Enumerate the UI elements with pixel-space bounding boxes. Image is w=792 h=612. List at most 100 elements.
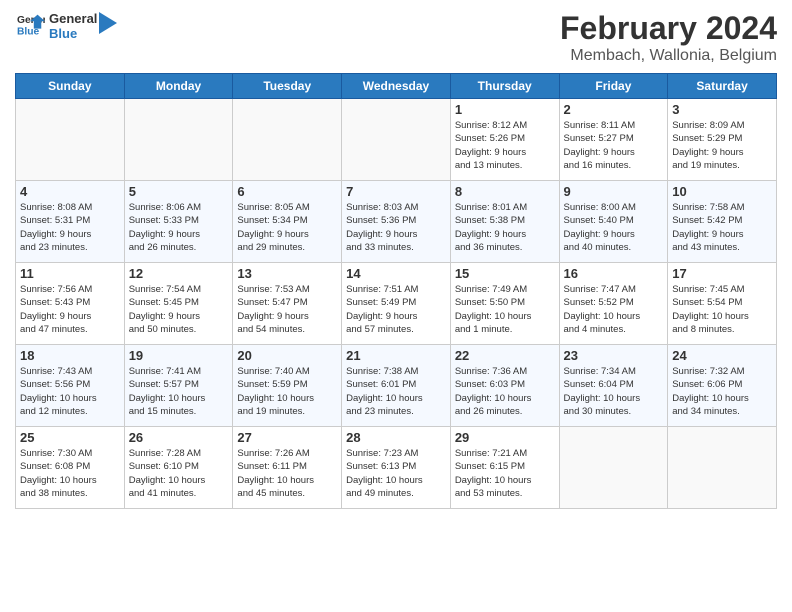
day-info: Sunrise: 7:36 AM Sunset: 6:03 PM Dayligh… xyxy=(455,365,555,418)
day-info: Sunrise: 7:26 AM Sunset: 6:11 PM Dayligh… xyxy=(237,447,337,500)
header-tuesday: Tuesday xyxy=(233,74,342,99)
calendar-cell: 19Sunrise: 7:41 AM Sunset: 5:57 PM Dayli… xyxy=(124,345,233,427)
day-info: Sunrise: 8:12 AM Sunset: 5:26 PM Dayligh… xyxy=(455,119,555,172)
day-info: Sunrise: 8:01 AM Sunset: 5:38 PM Dayligh… xyxy=(455,201,555,254)
day-info: Sunrise: 7:58 AM Sunset: 5:42 PM Dayligh… xyxy=(672,201,772,254)
calendar-cell: 6 Sunrise: 8:05 AM Sunset: 5:34 PM Daylig… xyxy=(233,181,342,263)
calendar-week-3: 11 Sunrise: 7:56 AM Sunset: 5:43 PM Dayli… xyxy=(16,263,777,345)
day-info: Sunrise: 8:08 AM Sunset: 5:31 PM Dayligh… xyxy=(20,201,120,254)
calendar-cell xyxy=(342,99,451,181)
calendar-cell: 28 Sunrise: 7:23 AM Sunset: 6:13 PM Dayli… xyxy=(342,427,451,509)
calendar-week-1: 1 Sunrise: 8:12 AM Sunset: 5:26 PM Daylig… xyxy=(16,99,777,181)
day-number: 18 xyxy=(20,348,120,363)
day-number: 11 xyxy=(20,266,120,281)
day-info: Sunrise: 7:45 AM Sunset: 5:54 PM Dayligh… xyxy=(672,283,772,336)
calendar-cell xyxy=(16,99,125,181)
day-info: Sunrise: 8:05 AM Sunset: 5:34 PM Dayligh… xyxy=(237,201,337,254)
day-info: Sunrise: 7:56 AM Sunset: 5:43 PM Dayligh… xyxy=(20,283,120,336)
day-info: Sunrise: 7:41 AM Sunset: 5:57 PM Dayligh… xyxy=(129,365,229,418)
calendar-cell: 3 Sunrise: 8:09 AM Sunset: 5:29 PM Daylig… xyxy=(668,99,777,181)
day-number: 22 xyxy=(455,348,555,363)
day-info: Sunrise: 7:32 AM Sunset: 6:06 PM Dayligh… xyxy=(672,365,772,418)
calendar-cell: 4 Sunrise: 8:08 AM Sunset: 5:31 PM Daylig… xyxy=(16,181,125,263)
page-header: General Blue General Blue February 2024 … xyxy=(15,10,777,65)
calendar-cell: 12Sunrise: 7:54 AM Sunset: 5:45 PM Dayli… xyxy=(124,263,233,345)
calendar-cell xyxy=(559,427,668,509)
day-info: Sunrise: 8:03 AM Sunset: 5:36 PM Dayligh… xyxy=(346,201,446,254)
day-number: 14 xyxy=(346,266,446,281)
day-number: 4 xyxy=(20,184,120,199)
calendar-cell: 7 Sunrise: 8:03 AM Sunset: 5:36 PM Daylig… xyxy=(342,181,451,263)
calendar-cell: 8 Sunrise: 8:01 AM Sunset: 5:38 PM Daylig… xyxy=(450,181,559,263)
calendar-cell: 21Sunrise: 7:38 AM Sunset: 6:01 PM Dayli… xyxy=(342,345,451,427)
calendar-cell xyxy=(233,99,342,181)
day-number: 13 xyxy=(237,266,337,281)
day-number: 20 xyxy=(237,348,337,363)
day-info: Sunrise: 7:30 AM Sunset: 6:08 PM Dayligh… xyxy=(20,447,120,500)
calendar-week-2: 4 Sunrise: 8:08 AM Sunset: 5:31 PM Daylig… xyxy=(16,181,777,263)
day-number: 5 xyxy=(129,184,229,199)
day-number: 12 xyxy=(129,266,229,281)
day-info: Sunrise: 7:23 AM Sunset: 6:13 PM Dayligh… xyxy=(346,447,446,500)
day-number: 6 xyxy=(237,184,337,199)
day-number: 25 xyxy=(20,430,120,445)
header-wednesday: Wednesday xyxy=(342,74,451,99)
calendar-week-4: 18 Sunrise: 7:43 AM Sunset: 5:56 PM Dayli… xyxy=(16,345,777,427)
day-number: 29 xyxy=(455,430,555,445)
calendar-cell: 11 Sunrise: 7:56 AM Sunset: 5:43 PM Dayli… xyxy=(16,263,125,345)
calendar-week-5: 25 Sunrise: 7:30 AM Sunset: 6:08 PM Dayli… xyxy=(16,427,777,509)
day-info: Sunrise: 7:21 AM Sunset: 6:15 PM Dayligh… xyxy=(455,447,555,500)
calendar-cell: 23 Sunrise: 7:34 AM Sunset: 6:04 PM Dayli… xyxy=(559,345,668,427)
day-info: Sunrise: 8:09 AM Sunset: 5:29 PM Dayligh… xyxy=(672,119,772,172)
day-number: 8 xyxy=(455,184,555,199)
logo-icon: General Blue xyxy=(17,10,45,38)
day-number: 23 xyxy=(564,348,664,363)
calendar-cell: 14 Sunrise: 7:51 AM Sunset: 5:49 PM Dayli… xyxy=(342,263,451,345)
day-info: Sunrise: 7:43 AM Sunset: 5:56 PM Dayligh… xyxy=(20,365,120,418)
weekday-header-row: Sunday Monday Tuesday Wednesday Thursday… xyxy=(16,74,777,99)
day-info: Sunrise: 7:49 AM Sunset: 5:50 PM Dayligh… xyxy=(455,283,555,336)
header-saturday: Saturday xyxy=(668,74,777,99)
day-number: 2 xyxy=(564,102,664,117)
calendar-cell: 29 Sunrise: 7:21 AM Sunset: 6:15 PM Dayli… xyxy=(450,427,559,509)
day-info: Sunrise: 7:28 AM Sunset: 6:10 PM Dayligh… xyxy=(129,447,229,500)
day-info: Sunrise: 7:40 AM Sunset: 5:59 PM Dayligh… xyxy=(237,365,337,418)
calendar-cell xyxy=(124,99,233,181)
day-number: 16 xyxy=(564,266,664,281)
day-info: Sunrise: 8:06 AM Sunset: 5:33 PM Dayligh… xyxy=(129,201,229,254)
calendar-table: Sunday Monday Tuesday Wednesday Thursday… xyxy=(15,73,777,509)
day-number: 28 xyxy=(346,430,446,445)
calendar-cell: 10Sunrise: 7:58 AM Sunset: 5:42 PM Dayli… xyxy=(668,181,777,263)
title-block: February 2024 Membach, Wallonia, Belgium xyxy=(560,10,777,65)
day-info: Sunrise: 8:11 AM Sunset: 5:27 PM Dayligh… xyxy=(564,119,664,172)
calendar-cell: 22 Sunrise: 7:36 AM Sunset: 6:03 PM Dayli… xyxy=(450,345,559,427)
calendar-cell: 17 Sunrise: 7:45 AM Sunset: 5:54 PM Dayli… xyxy=(668,263,777,345)
calendar-cell: 20 Sunrise: 7:40 AM Sunset: 5:59 PM Dayli… xyxy=(233,345,342,427)
calendar-cell: 18 Sunrise: 7:43 AM Sunset: 5:56 PM Dayli… xyxy=(16,345,125,427)
logo-triangle-icon xyxy=(99,12,117,34)
day-info: Sunrise: 7:38 AM Sunset: 6:01 PM Dayligh… xyxy=(346,365,446,418)
day-info: Sunrise: 7:53 AM Sunset: 5:47 PM Dayligh… xyxy=(237,283,337,336)
logo-blue: Blue xyxy=(49,27,97,41)
header-thursday: Thursday xyxy=(450,74,559,99)
month-year-title: February 2024 xyxy=(560,10,777,47)
calendar-cell: 16Sunrise: 7:47 AM Sunset: 5:52 PM Dayli… xyxy=(559,263,668,345)
logo-general: General xyxy=(49,12,97,26)
calendar-cell: 15 Sunrise: 7:49 AM Sunset: 5:50 PM Dayli… xyxy=(450,263,559,345)
header-friday: Friday xyxy=(559,74,668,99)
day-info: Sunrise: 8:00 AM Sunset: 5:40 PM Dayligh… xyxy=(564,201,664,254)
calendar-cell: 2 Sunrise: 8:11 AM Sunset: 5:27 PM Daylig… xyxy=(559,99,668,181)
day-number: 1 xyxy=(455,102,555,117)
calendar-cell: 13 Sunrise: 7:53 AM Sunset: 5:47 PM Dayli… xyxy=(233,263,342,345)
day-number: 17 xyxy=(672,266,772,281)
calendar-cell: 9 Sunrise: 8:00 AM Sunset: 5:40 PM Daylig… xyxy=(559,181,668,263)
day-info: Sunrise: 7:34 AM Sunset: 6:04 PM Dayligh… xyxy=(564,365,664,418)
calendar-cell: 5 Sunrise: 8:06 AM Sunset: 5:33 PM Daylig… xyxy=(124,181,233,263)
day-number: 15 xyxy=(455,266,555,281)
day-number: 9 xyxy=(564,184,664,199)
calendar-page: General Blue General Blue February 2024 … xyxy=(0,0,792,612)
day-number: 3 xyxy=(672,102,772,117)
calendar-cell: 26Sunrise: 7:28 AM Sunset: 6:10 PM Dayli… xyxy=(124,427,233,509)
day-info: Sunrise: 7:51 AM Sunset: 5:49 PM Dayligh… xyxy=(346,283,446,336)
day-number: 7 xyxy=(346,184,446,199)
